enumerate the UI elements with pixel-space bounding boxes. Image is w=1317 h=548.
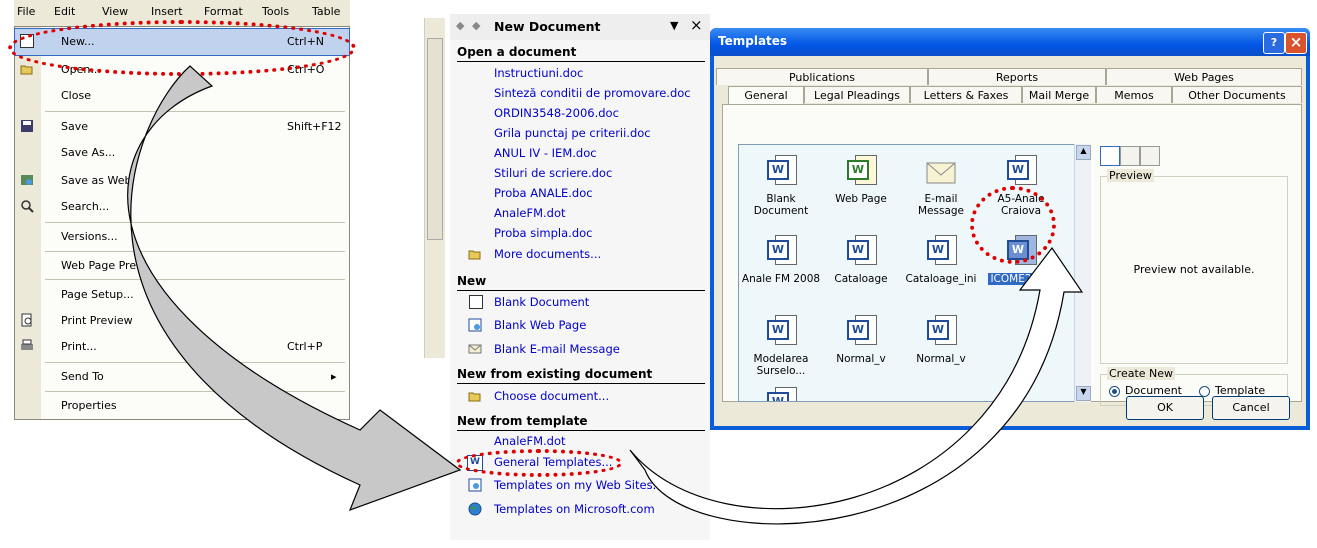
annotation-arrows xyxy=(127,65,1084,525)
curved-arrow-right xyxy=(629,246,1084,525)
curved-arrow-left xyxy=(127,65,462,512)
